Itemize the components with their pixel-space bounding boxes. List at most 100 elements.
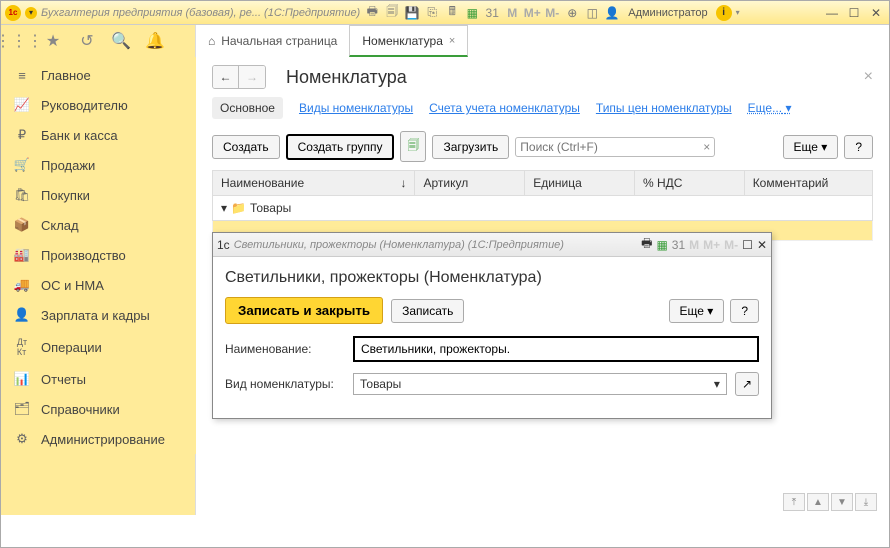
subtab-accounts[interactable]: Счета учета номенклатуры [429,101,580,115]
create-group-button[interactable]: Создать группу [286,134,395,160]
search-field[interactable]: × [515,137,715,157]
memory-m-icon[interactable]: M [689,238,699,252]
factory-icon: 🏭 [13,247,31,263]
sidebar-item-operations[interactable]: ДтКтОперации [1,330,196,364]
tab-home[interactable]: ⌂ Начальная страница [196,34,349,48]
row-label: Товары [250,201,291,215]
name-input[interactable] [353,336,759,362]
bell-icon[interactable]: 🔔 [145,31,165,51]
search-icon[interactable]: 🔍 [111,31,131,51]
sidebar-item-sales[interactable]: 🛒Продажи [1,150,196,180]
panels-icon[interactable]: ◫ [584,5,600,21]
nav-back-button[interactable]: ← [213,66,239,88]
memory-mminus-icon[interactable]: M- [724,238,738,252]
sidebar-item-label: Зарплата и кадры [41,308,150,323]
compare-icon[interactable]: ⎘ [424,5,440,21]
col-unit[interactable]: Единица [525,171,635,195]
sidebar-item-payroll[interactable]: 👤 Зарплата и кадры [1,300,196,330]
modal-dialog: 1c Светильники, прожекторы (Номенклатура… [212,232,772,419]
help-button[interactable]: ? [844,135,873,159]
more-button[interactable]: Еще ▾ [783,135,839,159]
open-ref-button[interactable]: ↗ [735,372,759,396]
scroll-down-button[interactable]: ▼ [831,493,853,511]
modal-close-button[interactable]: ✕ [757,238,767,252]
sidebar-item-production[interactable]: 🏭Производство [1,240,196,270]
info-icon[interactable]: i [716,5,732,21]
modal-titlebar: 1c Светильники, прожекторы (Номенклатура… [213,233,771,257]
window-titlebar: 1c ▾ Бухгалтерия предприятия (базовая), … [1,1,889,25]
modal-help-button[interactable]: ? [730,299,759,323]
nav-forward-button[interactable]: → [239,66,265,88]
memory-mplus-icon[interactable]: M+ [703,238,720,252]
person-icon: 👤 [13,307,31,323]
create-button[interactable]: Создать [212,135,280,159]
find-linked-button[interactable]: 🗐 [400,131,426,162]
memory-mminus-icon[interactable]: M- [544,5,560,21]
load-button[interactable]: Загрузить [432,135,509,159]
sidebar-item-purchases[interactable]: 🛍Покупки [1,180,196,210]
subtabs: Основное Виды номенклатуры Счета учета н… [212,97,873,119]
type-select[interactable]: Товары ▾ [353,373,727,395]
page-title: Номенклатура [286,67,407,88]
zoom-icon[interactable]: ⊕ [564,5,580,21]
sidebar-item-director[interactable]: 📈Руководителю [1,90,196,120]
tab-close-icon[interactable]: × [449,35,455,47]
calendar-31-icon[interactable]: 31 [672,238,685,252]
command-bar: Создать Создать группу 🗐 Загрузить × Еще… [212,131,873,162]
type-label: Вид номенклатуры: [225,377,345,391]
calendar-icon[interactable]: ▦ [464,5,480,21]
modal-maximize-button[interactable]: ☐ [742,238,753,252]
sidebar-item-catalogs[interactable]: 🗂Справочники [1,394,196,424]
scroll-bottom-button[interactable]: ⤓ [855,493,877,511]
scroll-up-button[interactable]: ▲ [807,493,829,511]
sidebar-item-reports[interactable]: 📊Отчеты [1,364,196,394]
star-icon[interactable]: ★ [43,31,63,51]
sidebar-item-warehouse[interactable]: 📦Склад [1,210,196,240]
minimize-button[interactable]: — [823,5,841,21]
subtab-main[interactable]: Основное [212,97,283,119]
col-nds[interactable]: % НДС [635,171,745,195]
home-icon: ⌂ [208,34,215,48]
subtab-more[interactable]: Еще... ▾ [748,101,792,115]
calendar-31-icon[interactable]: 31 [484,5,500,21]
apps-icon[interactable]: ⋮⋮⋮ [9,31,29,51]
memory-mplus-icon[interactable]: M+ [524,5,540,21]
calculator-icon[interactable]: 🖩 [444,5,460,21]
memory-m-icon[interactable]: M [504,5,520,21]
clear-search-icon[interactable]: × [703,140,710,154]
history-icon[interactable]: ↺ [77,31,97,51]
modal-more-button[interactable]: Еще ▾ [669,299,725,323]
sidebar-item-assets[interactable]: 🚚ОС и НМА [1,270,196,300]
print-icon[interactable]: 🖶 [364,5,380,21]
col-comment[interactable]: Комментарий [745,171,872,195]
sidebar-item-main[interactable]: ≡Главное [1,61,196,90]
tab-nomenclature[interactable]: Номенклатура × [349,25,468,57]
page-close-button[interactable]: × [864,68,873,86]
title-dropdown-icon[interactable]: ▾ [25,7,37,19]
save-and-close-button[interactable]: Записать и закрыть [225,297,383,324]
maximize-button[interactable]: ☐ [845,5,863,21]
col-article[interactable]: Артикул [415,171,525,195]
tree-collapse-icon[interactable]: ▾ [221,201,227,215]
info-dropdown-icon[interactable]: ▾ [736,8,740,17]
subtab-types[interactable]: Виды номенклатуры [299,101,413,115]
col-name[interactable]: Наименование↓ [213,171,415,195]
print-icon[interactable]: 🖶 [641,234,652,255]
subtab-price-types[interactable]: Типы цен номенклатуры [596,101,732,115]
sidebar-item-bank[interactable]: ₽Банк и касса [1,120,196,150]
scroll-buttons: ⤒ ▲ ▼ ⤓ [783,493,877,511]
scroll-top-button[interactable]: ⤒ [783,493,805,511]
search-input[interactable] [520,140,703,154]
folder-icon: 📁 [231,201,246,215]
type-value: Товары [360,377,401,391]
sidebar-item-admin[interactable]: ⚙Администрирование [1,424,196,454]
preview-icon[interactable]: 🗐 [384,5,400,21]
close-button[interactable]: ✕ [867,5,885,21]
save-icon[interactable]: 💾 [404,5,420,21]
save-button[interactable]: Записать [391,299,464,323]
grid-row-goods[interactable]: ▾ 📁 Товары [212,196,873,221]
dtkt-icon: ДтКт [13,337,31,357]
calendar-icon[interactable]: ▦ [656,238,667,252]
chart-up-icon: 📈 [13,97,31,113]
user-label[interactable]: Администратор [628,7,707,19]
